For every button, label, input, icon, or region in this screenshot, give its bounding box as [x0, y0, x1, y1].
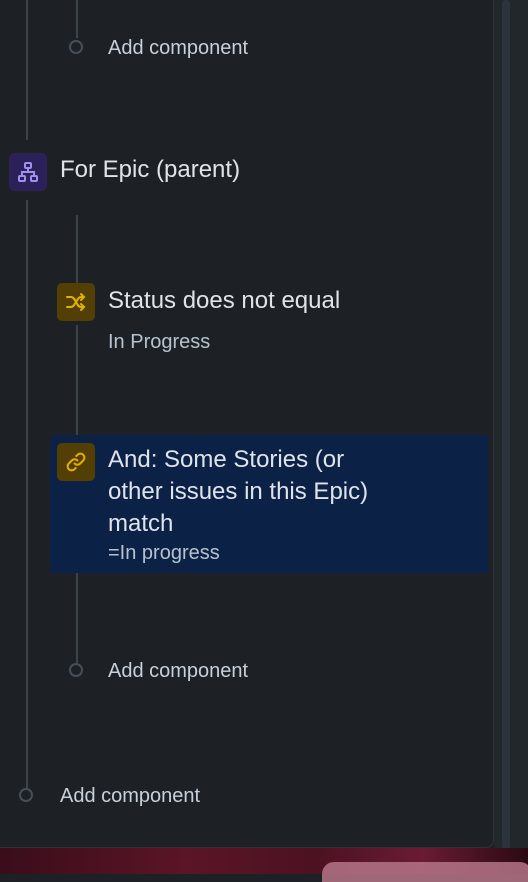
and-condition-title-line2: other issues in this Epic)	[108, 478, 369, 505]
top-connector-line	[76, 0, 78, 38]
add-node-dot	[19, 788, 33, 802]
outer-connector-line	[26, 0, 28, 140]
inner-connector-line-mid	[76, 325, 78, 437]
hierarchy-icon	[18, 162, 38, 182]
add-component-top[interactable]: Add component	[108, 36, 248, 60]
branch-title[interactable]: For Epic (parent)	[60, 155, 240, 185]
add-node-dot	[69, 40, 83, 54]
outer-connector-line-lower	[26, 200, 28, 790]
condition-icon-box	[57, 283, 95, 321]
shuffle-icon	[66, 293, 86, 311]
and-condition-value: =In progress	[108, 542, 220, 564]
branch-icon-box	[9, 153, 47, 191]
and-condition-title-line1: And: Some Stories (or	[108, 446, 345, 473]
inner-connector-line	[76, 215, 78, 285]
and-condition-title-line3: match	[108, 510, 174, 537]
condition-title[interactable]: Status does not equal	[108, 286, 340, 316]
add-node-dot	[69, 663, 83, 677]
link-icon	[66, 452, 86, 472]
add-component-inner[interactable]: Add component	[108, 659, 248, 683]
right-side-strip	[494, 0, 528, 874]
rule-editor-panel: Add component For Epic (parent) Status d…	[0, 0, 494, 848]
inner-connector-line-lower	[76, 573, 78, 663]
scrollbar[interactable]	[502, 0, 510, 850]
and-condition-icon-box	[57, 443, 95, 481]
condition-value: In Progress	[108, 331, 211, 353]
background-window-edge	[322, 862, 528, 882]
add-component-outer[interactable]: Add component	[60, 784, 200, 808]
